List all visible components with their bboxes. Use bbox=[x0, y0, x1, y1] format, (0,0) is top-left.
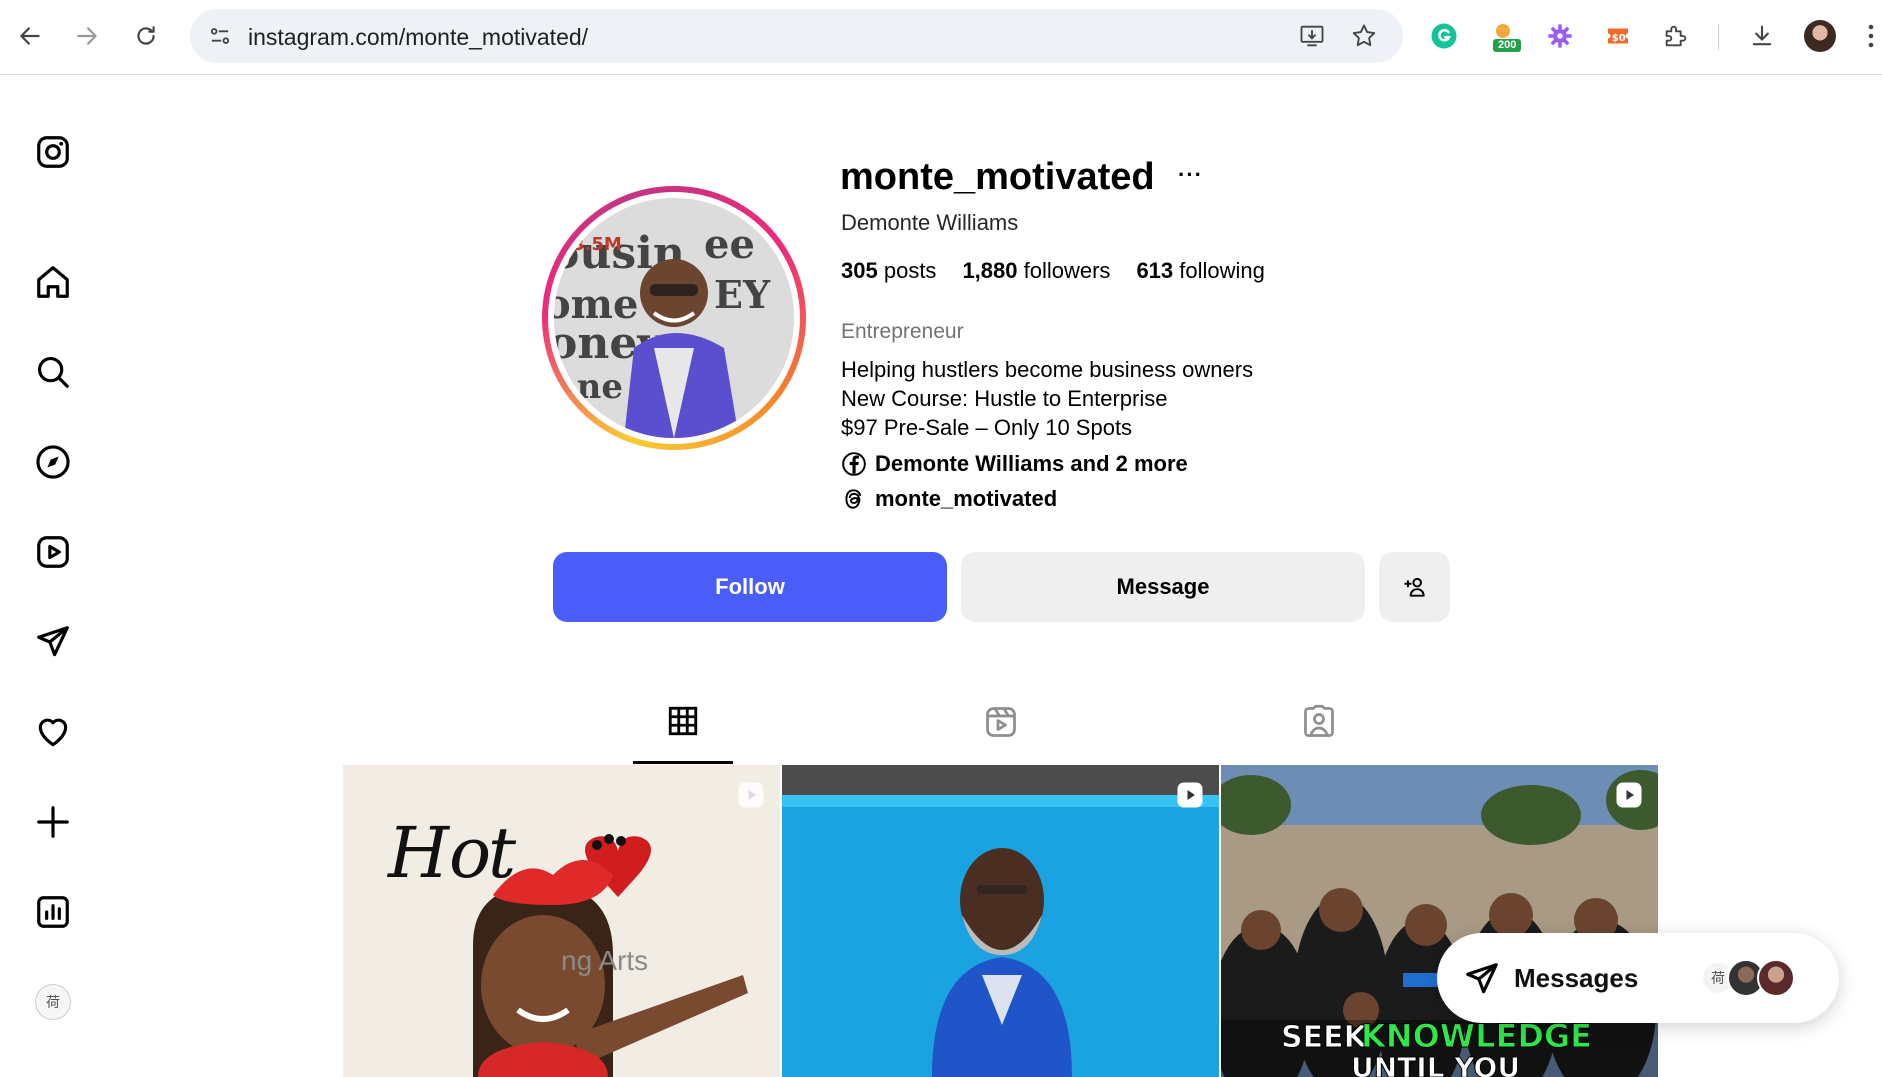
forward-button[interactable] bbox=[69, 18, 105, 54]
threads-link[interactable]: monte_motivated bbox=[841, 486, 1057, 512]
following-count: 613 bbox=[1136, 258, 1174, 283]
tab-tagged[interactable] bbox=[1269, 704, 1369, 764]
tab-posts-grid[interactable] bbox=[633, 704, 733, 764]
add-person-icon bbox=[1403, 577, 1425, 597]
gear-extension-icon[interactable] bbox=[1542, 18, 1578, 54]
threads-icon bbox=[845, 489, 862, 509]
profile-photo: ousin ome oney one ee EY 3.5M bbox=[554, 198, 794, 438]
post-tile[interactable]: Ho t ng Arts bbox=[343, 765, 780, 1077]
downloads-icon[interactable] bbox=[1744, 18, 1780, 54]
message-button[interactable]: Message bbox=[961, 552, 1365, 622]
browser-menu-icon[interactable] bbox=[1860, 18, 1882, 54]
reel-badge-icon bbox=[736, 780, 766, 810]
search-icon[interactable] bbox=[29, 348, 77, 396]
svg-text:$0: $0 bbox=[1612, 33, 1626, 44]
tab-reels[interactable] bbox=[951, 704, 1051, 764]
post-thumbnail-speaker bbox=[782, 765, 1219, 1077]
tagged-icon bbox=[1304, 704, 1334, 737]
profile-stats: 305 posts 1,880 followers 613 following bbox=[841, 258, 1265, 284]
suggested-users-button[interactable] bbox=[1379, 552, 1450, 622]
bio-line: New Course: Hustle to Enterprise bbox=[841, 386, 1168, 411]
posts-count: 305 bbox=[841, 258, 878, 283]
facebook-link[interactable]: Demonte Williams and 2 more bbox=[841, 451, 1188, 477]
messages-widget[interactable]: Messages 荷 bbox=[1437, 933, 1839, 1023]
url-text: instagram.com/monte_motivated/ bbox=[248, 24, 589, 50]
followers-count: 1,880 bbox=[962, 258, 1018, 283]
profile-username: monte_motivated bbox=[840, 156, 1155, 198]
browser-profile-avatar[interactable] bbox=[1802, 18, 1838, 54]
post-thumbnail-dance: Ho t bbox=[343, 765, 780, 1077]
create-plus-icon[interactable] bbox=[29, 798, 77, 846]
follow-button[interactable]: Follow bbox=[553, 552, 947, 622]
back-button[interactable] bbox=[12, 18, 48, 54]
profile-picture[interactable]: ousin ome oney one ee EY 3.5M bbox=[542, 186, 806, 450]
extensions-puzzle-icon[interactable] bbox=[1658, 18, 1694, 54]
profile-options-button[interactable]: ··· bbox=[1178, 162, 1203, 188]
direct-message-icon bbox=[1466, 963, 1498, 994]
svg-text:ee: ee bbox=[704, 221, 755, 268]
notifications-heart-icon[interactable] bbox=[29, 708, 77, 756]
address-bar[interactable]: instagram.com/monte_motivated/ bbox=[190, 9, 1403, 63]
posts-label: posts bbox=[883, 258, 937, 283]
rewards-extension-icon[interactable]: 200 bbox=[1488, 18, 1524, 54]
back-arrow-icon bbox=[20, 27, 40, 45]
sidebar: 荷 bbox=[0, 76, 106, 1077]
reels-icon[interactable] bbox=[29, 528, 77, 576]
profile-avatar[interactable]: 荷 bbox=[29, 978, 77, 1026]
post-tile[interactable] bbox=[782, 765, 1219, 1077]
reload-button[interactable] bbox=[128, 18, 164, 54]
profile-glyph-icon: 荷 bbox=[35, 984, 71, 1020]
site-settings-icon[interactable] bbox=[206, 22, 234, 50]
install-app-icon[interactable] bbox=[1298, 22, 1326, 50]
followers-label: followers bbox=[1023, 258, 1111, 283]
forward-arrow-icon bbox=[77, 27, 97, 45]
browser-toolbar: instagram.com/monte_motivated/ 200 $0 bbox=[0, 0, 1882, 75]
bookmark-star-icon[interactable] bbox=[1350, 22, 1378, 50]
following-stat[interactable]: 613 following bbox=[1136, 258, 1264, 284]
messages-label: Messages bbox=[1514, 963, 1639, 993]
threads-link-text: monte_motivated bbox=[875, 486, 1058, 511]
explore-compass-icon[interactable] bbox=[29, 438, 77, 486]
reel-badge-icon bbox=[1175, 780, 1205, 810]
reload-icon bbox=[137, 26, 155, 45]
dashboard-chart-icon[interactable] bbox=[29, 888, 77, 936]
bio-line: $97 Pre-Sale – Only 10 Spots bbox=[841, 415, 1133, 440]
home-icon[interactable] bbox=[29, 258, 77, 306]
post-overlay-text: UNTIL YOU bbox=[1351, 1051, 1520, 1077]
followers-stat[interactable]: 1,880 followers bbox=[962, 258, 1110, 284]
reels-tab-icon bbox=[986, 707, 1016, 737]
extension-badge: 200 bbox=[1498, 39, 1517, 51]
facebook-link-text: Demonte Williams and 2 more bbox=[875, 451, 1188, 476]
svg-text:Ho: Ho bbox=[386, 812, 491, 894]
instagram-logo-icon[interactable] bbox=[29, 128, 77, 176]
facebook-icon bbox=[842, 452, 866, 476]
svg-text:3.5M: 3.5M bbox=[572, 234, 622, 255]
conversation-avatar bbox=[1757, 959, 1795, 997]
profile-category: Entrepreneur bbox=[841, 320, 964, 343]
svg-text:one: one bbox=[554, 367, 623, 407]
messenger-direct-icon[interactable] bbox=[29, 618, 77, 666]
profile-picture-frame: ousin ome oney one ee EY 3.5M bbox=[548, 192, 800, 444]
post-overlay-text: SEEK bbox=[1281, 1020, 1369, 1055]
post-thumbnail-group: SEEK KNOWLEDGE UNTIL YOU bbox=[1221, 765, 1658, 1077]
bio-line: Helping hustlers become business owners bbox=[841, 357, 1254, 382]
toolbar-divider bbox=[1718, 24, 1719, 50]
posts-stat: 305 posts bbox=[841, 258, 936, 284]
coupon-extension-icon[interactable]: $0 bbox=[1600, 18, 1636, 54]
reel-badge-icon bbox=[1614, 780, 1644, 810]
svg-text:EY: EY bbox=[714, 272, 771, 317]
post-caption-fragment: ng Arts bbox=[561, 945, 649, 976]
profile-bio: Helping hustlers become business owners … bbox=[841, 355, 1253, 442]
profile-full-name: Demonte Williams bbox=[841, 210, 1019, 235]
post-tile[interactable]: SEEK KNOWLEDGE UNTIL YOU bbox=[1221, 765, 1658, 1077]
grammarly-extension-icon[interactable] bbox=[1426, 18, 1462, 54]
grid-icon bbox=[668, 706, 698, 736]
following-label: following bbox=[1179, 258, 1265, 283]
